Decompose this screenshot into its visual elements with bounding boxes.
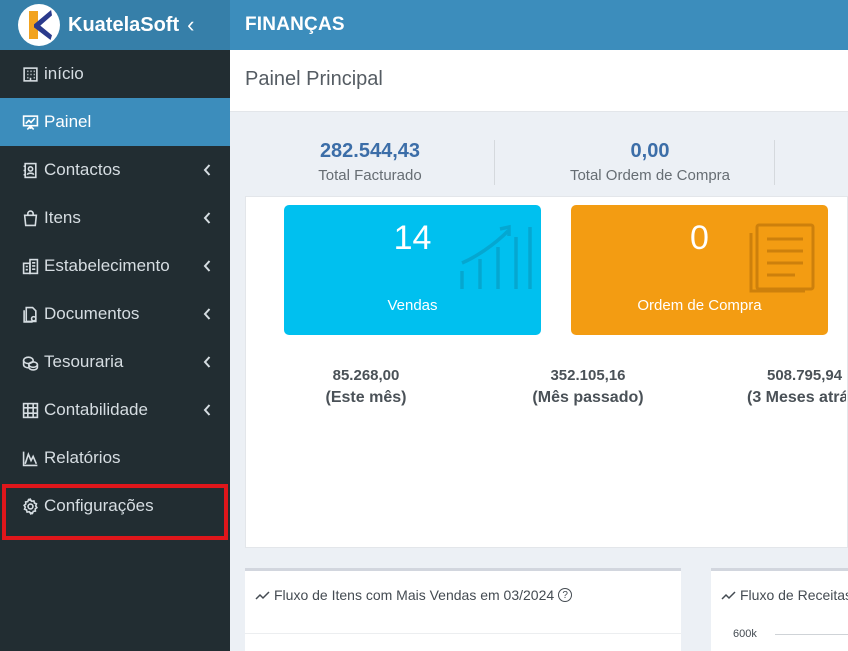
sidebar-item-documentos[interactable]: Documentos (0, 290, 230, 338)
sidebar-item-label: Relatórios (44, 448, 121, 467)
total-period: (Este mês) (325, 389, 407, 406)
summary-stats: 282.544,43 Total Facturado 0,00 Total Or… (245, 132, 848, 192)
total-este-mes: 85.268,00 (Este mês) (286, 367, 446, 407)
line-chart-icon (721, 591, 736, 600)
line-chart-icon (255, 591, 270, 600)
ledger-icon (20, 400, 40, 420)
sidebar-item-label: Estabelecimento (44, 256, 170, 275)
sidebar-item-label: Itens (44, 208, 81, 227)
sidebar-item-tesouraria[interactable]: Tesouraria (0, 338, 230, 386)
help-icon[interactable]: ? (558, 588, 573, 602)
card-title-text: Fluxo de Receitas (740, 587, 848, 603)
sidebar-item-label: Contabilidade (44, 400, 148, 419)
sidebar-item-estabelecimento[interactable]: Estabelecimento (0, 242, 230, 290)
sidebar-item-label: Painel (44, 112, 92, 131)
sidebar-item-contactos[interactable]: Contactos (0, 146, 230, 194)
dashboard-panel: 14 Vendas 0 Ordem de Compra 85.268,00 (E… (245, 196, 848, 548)
stat-total-facturado: 282.544,43 Total Facturado (265, 140, 475, 184)
documents-icon (20, 304, 40, 324)
sidebar-item-painel[interactable]: Painel (0, 98, 230, 146)
axis-tick-label: 600k (733, 628, 757, 640)
total-3-meses: 508.795,94 (3 Meses atrás) (726, 367, 846, 407)
stat-label: Total Ordem de Compra (569, 167, 731, 184)
card-divider (245, 633, 681, 634)
gear-icon (20, 496, 40, 516)
total-period: (3 Meses atrás) (747, 389, 846, 406)
stat-value: 0,00 (630, 140, 670, 162)
sidebar-item-label: início (44, 64, 84, 83)
sidebar-menu: início Painel Contactos Itens Estabeleci… (0, 50, 230, 530)
sidebar-item-relatorios[interactable]: Relatórios (0, 434, 230, 482)
sidebar-item-label: Tesouraria (44, 352, 124, 371)
shopping-bag-icon (20, 208, 40, 228)
chevron-left-icon (200, 353, 214, 371)
total-period: (Mês passado) (532, 389, 644, 406)
document-list-icon (749, 223, 815, 293)
sidebar-item-label: Contactos (44, 160, 121, 179)
chevron-left-icon (200, 161, 214, 179)
stat-total-ordem-compra: 0,00 Total Ordem de Compra (535, 140, 765, 184)
total-value: 85.268,00 (332, 367, 400, 384)
brand-bar: KuatelaSoft ‹ (0, 0, 230, 50)
sidebar-item-configuracoes[interactable]: Configurações (0, 482, 230, 530)
tile-label: Ordem de Compra (637, 297, 762, 314)
chart-growth-icon (460, 224, 532, 289)
card-title: Fluxo de Receitas (721, 587, 848, 603)
tile-ordem-compra[interactable]: 0 Ordem de Compra (571, 205, 828, 335)
sidebar-item-itens[interactable]: Itens (0, 194, 230, 242)
card-title: Fluxo de Itens com Mais Vendas em 03/202… (255, 587, 573, 603)
card-itens-mais-vendas: Fluxo de Itens com Mais Vendas em 03/202… (245, 568, 681, 651)
total-value: 508.795,94 (767, 367, 843, 384)
chevron-left-icon (200, 401, 214, 419)
kuatelasoft-logo[interactable] (18, 4, 60, 46)
sidebar-item-label: Documentos (44, 304, 140, 323)
presentation-chart-icon (20, 112, 40, 132)
sidebar: KuatelaSoft ‹ início Painel Contactos It… (0, 0, 230, 651)
chevron-left-icon (200, 209, 214, 227)
sidebar-item-inicio[interactable]: início (0, 50, 230, 98)
module-title: FINANÇAS (245, 14, 345, 35)
card-fluxo-receitas: Fluxo de Receitas 600k (711, 568, 848, 651)
tile-vendas[interactable]: 14 Vendas (284, 205, 541, 335)
gridline (775, 634, 848, 635)
stat-value: 282.544,43 (319, 140, 421, 162)
page-header: Painel Principal (230, 50, 848, 112)
coins-icon (20, 352, 40, 372)
sidebar-collapse-toggle-icon[interactable]: ‹ (187, 14, 194, 36)
stat-divider (774, 140, 775, 185)
total-value: 352.105,16 (550, 367, 626, 384)
tile-label: Vendas (387, 297, 438, 314)
stat-divider (494, 140, 495, 185)
building-icon (20, 64, 40, 84)
stat-label: Total Facturado (318, 167, 422, 184)
total-mes-passado: 352.105,16 (Mês passado) (508, 367, 668, 407)
card-title-text: Fluxo de Itens com Mais Vendas em 03/202… (274, 587, 555, 603)
chevron-left-icon (200, 305, 214, 323)
top-header: FINANÇAS (230, 0, 848, 50)
chart-area-icon (20, 448, 40, 468)
sidebar-item-contabilidade[interactable]: Contabilidade (0, 386, 230, 434)
chevron-left-icon (200, 257, 214, 275)
sidebar-item-label: Configurações (44, 496, 154, 515)
page-title: Painel Principal (245, 68, 383, 90)
brand-name: KuatelaSoft (68, 13, 180, 36)
buildings-icon (20, 256, 40, 276)
address-book-icon (20, 160, 40, 180)
